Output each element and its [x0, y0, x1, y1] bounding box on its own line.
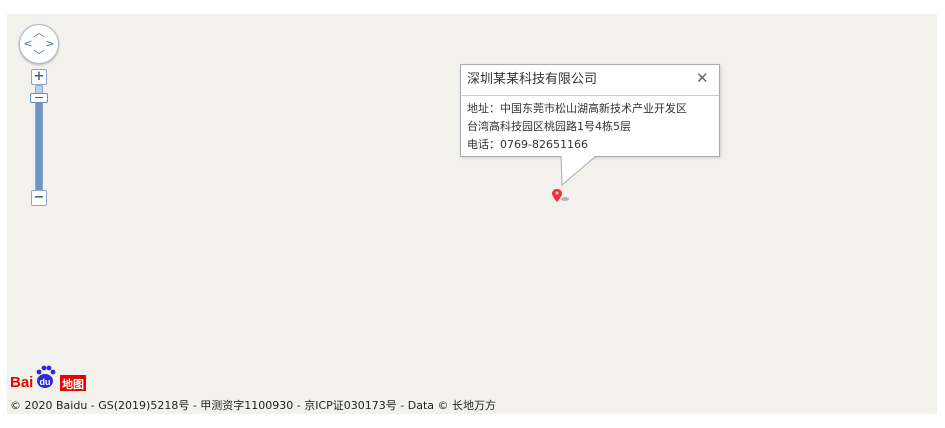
- zoom-in-button[interactable]: +: [31, 69, 47, 85]
- map-canvas[interactable]: ︿ ﹀ < > + − 深圳某某科技有限公司 ✕ 地址：中国东莞市松山湖高新技术…: [7, 14, 937, 414]
- address-line-1: 地址：中国东莞市松山湖高新技术产业开发区: [467, 102, 687, 115]
- phone-line: 电话：0769-82651166: [467, 138, 588, 151]
- address-line-2: 台湾高科技园区桃园路1号4栋5层: [467, 120, 631, 133]
- baidu-logo[interactable]: Bai du 地图: [10, 363, 90, 393]
- pan-right-icon[interactable]: >: [44, 38, 56, 50]
- copyright-notice: © 2020 Baidu - GS(2019)5218号 - 甲测资字11009…: [10, 399, 497, 412]
- info-window: 深圳某某科技有限公司 ✕ 地址：中国东莞市松山湖高新技术产业开发区 台湾高科技园…: [460, 64, 720, 157]
- pan-down-icon[interactable]: ﹀: [33, 50, 45, 62]
- zoom-slider-fill: [36, 94, 42, 190]
- zoom-slider-handle[interactable]: [30, 93, 48, 103]
- info-window-body: 地址：中国东莞市松山湖高新技术产业开发区 台湾高科技园区桃园路1号4栋5层 电话…: [461, 96, 719, 154]
- map-pin-icon[interactable]: [551, 188, 571, 204]
- pan-left-icon[interactable]: <: [22, 38, 34, 50]
- close-icon[interactable]: ✕: [696, 71, 709, 86]
- info-window-pointer: [560, 155, 597, 187]
- svg-text:地图: 地图: [62, 377, 84, 391]
- svg-text:du: du: [40, 377, 51, 387]
- info-window-title: 深圳某某科技有限公司: [461, 65, 719, 96]
- svg-text:Bai: Bai: [10, 374, 33, 391]
- zoom-out-button[interactable]: −: [31, 190, 47, 206]
- pan-control[interactable]: ︿ ﹀ < >: [19, 24, 59, 64]
